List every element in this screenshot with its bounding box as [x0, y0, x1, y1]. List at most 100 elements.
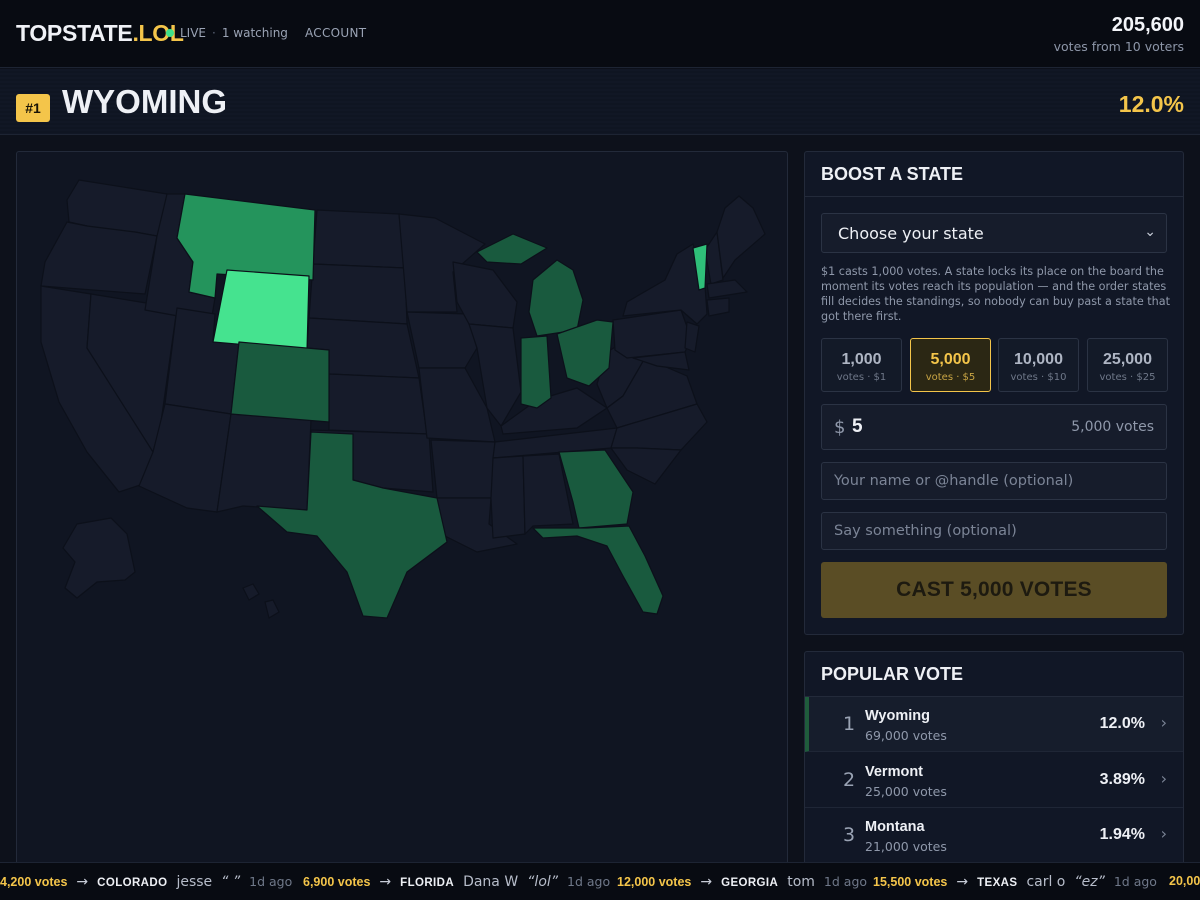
ticker-user: tom: [787, 874, 815, 890]
total-votes-number: 205,600: [1111, 14, 1184, 36]
us-map: [40, 179, 766, 619]
arrow-right-icon: →: [76, 874, 89, 890]
popular-vote-row[interactable]: 2 Vermont 25,000 votes 3.89% ›: [805, 753, 1183, 808]
live-indicator: LIVE · 1 watching: [166, 26, 288, 40]
votes-conversion: 5,000 votes: [1071, 419, 1154, 435]
ticker-item[interactable]: 6,900 votes → FLORIDA Dana W “lol” 1d ag…: [303, 874, 610, 890]
ticker-state: FLORIDA: [400, 877, 455, 889]
row-state-name: Montana: [865, 819, 925, 835]
ticker-item[interactable]: 15,500 votes → TEXAS carl o “ez” 1d ago: [873, 874, 1157, 890]
state-kansas[interactable]: [328, 373, 428, 435]
amount-option-5000[interactable]: 5,000 votes · $5: [910, 338, 991, 392]
row-votes: 21,000 votes: [865, 839, 947, 854]
ticker-votes: 6,900 votes: [303, 875, 371, 889]
cast-votes-button[interactable]: CAST 5,000 VOTES: [821, 562, 1167, 618]
live-label: LIVE: [180, 26, 207, 40]
chevron-right-icon: ›: [1160, 769, 1167, 788]
ticker-state: GEORGIA: [721, 877, 779, 889]
state-select-value: Choose your state: [838, 224, 984, 243]
ticker-state: COLORADO: [97, 877, 168, 889]
live-separator: ·: [212, 26, 216, 40]
account-link[interactable]: ACCOUNT: [305, 26, 366, 40]
dollar-sign-icon: $: [834, 417, 846, 438]
row-percentage: 1.94%: [1099, 826, 1145, 843]
state-maine[interactable]: [716, 195, 766, 279]
ticker-user: Dana W: [463, 874, 519, 890]
amount-label: votes · $25: [1099, 372, 1156, 383]
state-mississippi[interactable]: [490, 455, 526, 539]
state-wyoming[interactable]: [212, 269, 310, 351]
ticker-item[interactable]: 4,200 votes → COLORADO jesse “ ” 1d ago: [0, 874, 292, 890]
ticker-item[interactable]: 20,000: [1169, 874, 1200, 888]
logo-main: TOPSTATE: [16, 20, 133, 46]
leader-state-name: WYOMING: [62, 83, 227, 120]
site-logo[interactable]: TOPSTATE.LOL: [16, 20, 184, 47]
amount-option-1000[interactable]: 1,000 votes · $1: [821, 338, 902, 392]
arrow-right-icon: →: [956, 874, 969, 890]
top-bar: TOPSTATE.LOL LIVE · 1 watching ACCOUNT 2…: [0, 0, 1200, 68]
name-input[interactable]: Your name or @handle (optional): [821, 462, 1167, 500]
leader-percentage: 12.0%: [1118, 91, 1184, 117]
state-massachusetts[interactable]: [706, 279, 748, 299]
amount-option-10000[interactable]: 10,000 votes · $10: [998, 338, 1079, 392]
state-north-dakota[interactable]: [312, 209, 406, 269]
ticker-time: 1d ago: [249, 874, 293, 889]
state-new-mexico[interactable]: [216, 413, 312, 513]
total-votes: 205,600 votes from 10 voters: [1054, 14, 1184, 54]
state-arkansas[interactable]: [430, 439, 496, 499]
chevron-right-icon: ›: [1160, 824, 1167, 843]
ticker-time: 1d ago: [823, 874, 868, 889]
activity-ticker: 4,200 votes → COLORADO jesse “ ” 1d ago …: [0, 862, 1200, 900]
amount-value: 25,000: [1103, 351, 1152, 368]
state-hawaii[interactable]: [242, 583, 280, 619]
ticker-message: “ ”: [221, 874, 241, 890]
popular-vote-row[interactable]: 1 Wyoming 69,000 votes 12.0% ›: [805, 697, 1183, 752]
live-dot-icon: [166, 29, 174, 37]
ticker-message: “ez”: [1074, 874, 1105, 890]
row-percentage: 3.89%: [1099, 771, 1145, 788]
state-indiana[interactable]: [520, 335, 552, 409]
state-colorado[interactable]: [230, 341, 330, 423]
watching-count: 1 watching: [221, 26, 288, 40]
dollar-amount-input[interactable]: $ 5 5,000 votes: [821, 404, 1167, 450]
amount-value: 10,000: [1014, 351, 1063, 368]
leader-rank-badge: #1: [16, 94, 50, 122]
state-florida[interactable]: [532, 525, 664, 615]
boost-description: $1 casts 1,000 votes. A state locks its …: [821, 265, 1171, 323]
row-rank: 2: [843, 769, 856, 791]
state-connecticut[interactable]: [706, 297, 730, 317]
ticker-user: jesse: [176, 874, 213, 890]
boost-title: BOOST A STATE: [805, 152, 1183, 197]
popular-vote-title: POPULAR VOTE: [805, 652, 1183, 697]
row-votes: 69,000 votes: [865, 728, 947, 743]
ticker-votes: 15,500 votes: [873, 875, 948, 889]
state-pennsylvania[interactable]: [612, 309, 692, 359]
ticker-user: carl o: [1026, 874, 1066, 890]
ticker-time: 1d ago: [567, 874, 611, 889]
message-input[interactable]: Say something (optional): [821, 512, 1167, 550]
amount-option-25000[interactable]: 25,000 votes · $25: [1087, 338, 1168, 392]
chevron-right-icon: ›: [1160, 713, 1167, 732]
state-new-jersey[interactable]: [684, 321, 700, 353]
state-oregon[interactable]: [40, 221, 158, 295]
amount-label: votes · $10: [1010, 372, 1067, 383]
ticker-message: “lol”: [527, 874, 559, 890]
total-votes-subtitle: votes from 10 voters: [1053, 39, 1184, 54]
popular-vote-panel: POPULAR VOTE 1 Wyoming 69,000 votes 12.0…: [804, 651, 1184, 881]
dollar-amount-value: 5: [852, 416, 863, 437]
ticker-time: 1d ago: [1113, 874, 1157, 889]
state-select[interactable]: Choose your state ⌄: [821, 213, 1167, 253]
popular-vote-row[interactable]: 3 Montana 21,000 votes 1.94% ›: [805, 808, 1183, 863]
row-state-name: Wyoming: [865, 708, 930, 724]
state-alaska[interactable]: [62, 517, 136, 599]
arrow-right-icon: →: [379, 874, 392, 890]
ticker-votes: 12,000 votes: [617, 875, 692, 889]
row-percentage: 12.0%: [1099, 715, 1145, 732]
leader-banner: #1 WYOMING 12.0%: [0, 69, 1200, 135]
ticker-state: TEXAS: [977, 877, 1018, 889]
chevron-down-icon: ⌄: [1144, 224, 1156, 240]
state-south-dakota[interactable]: [308, 263, 408, 325]
boost-panel: BOOST A STATE Choose your state ⌄ $1 cas…: [804, 151, 1184, 635]
amount-value: 5,000: [930, 351, 971, 368]
ticker-item[interactable]: 12,000 votes → GEORGIA tom 1d ago: [617, 874, 867, 890]
